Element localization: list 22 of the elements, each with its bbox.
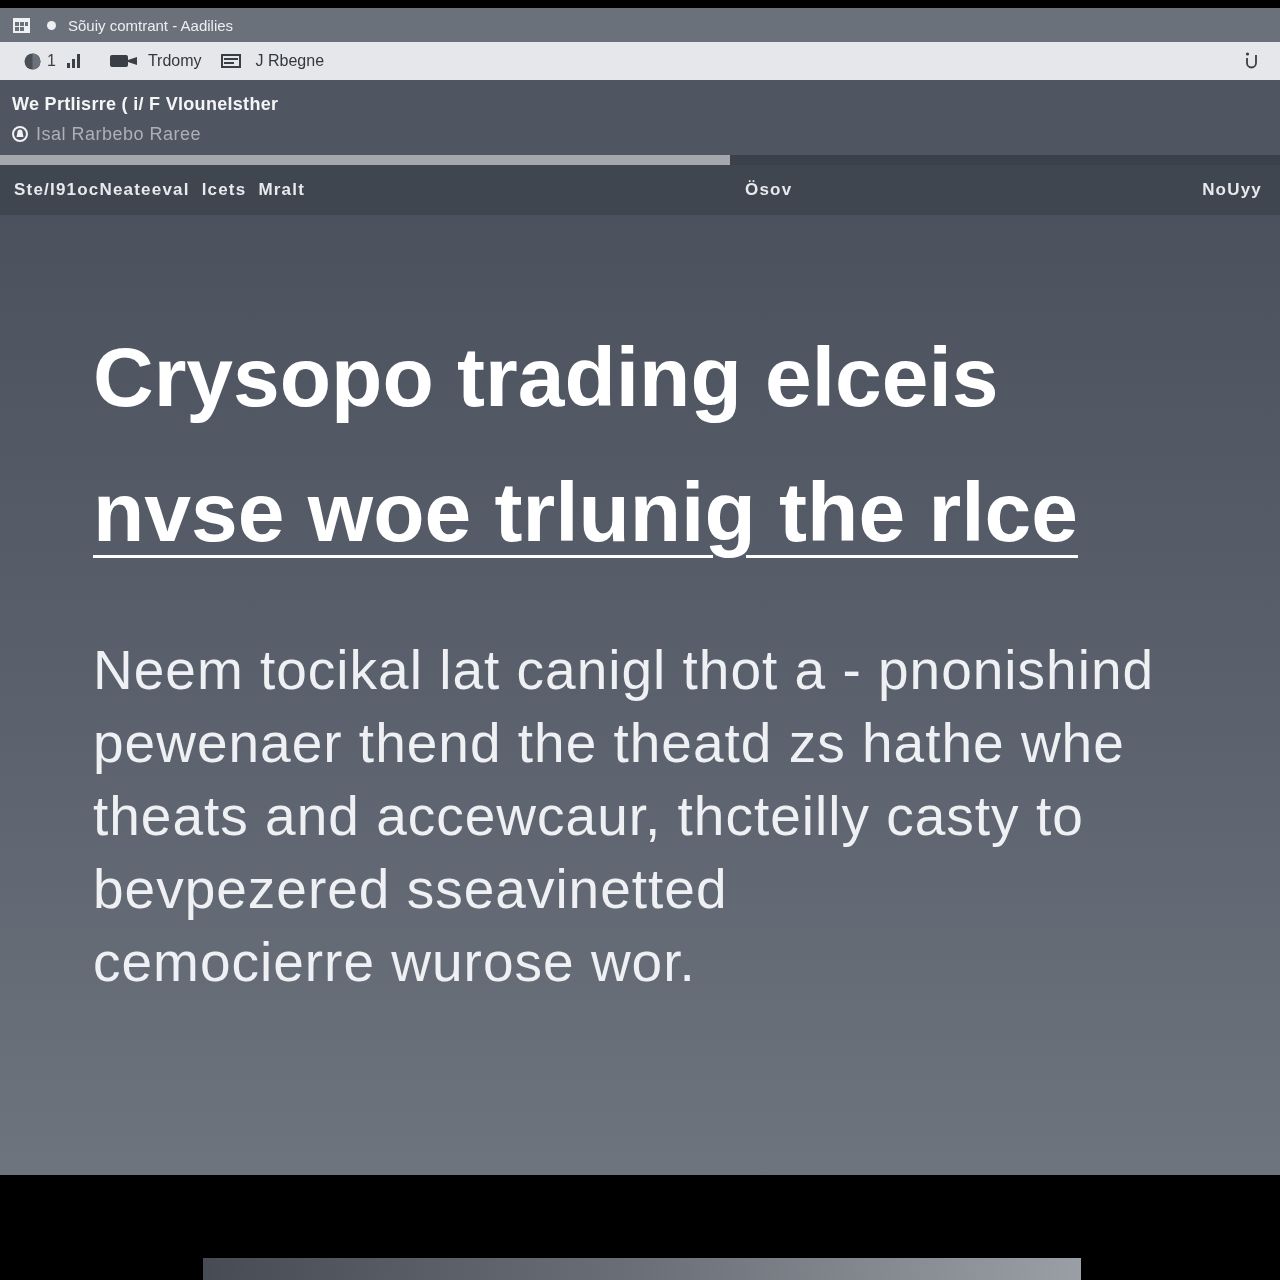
dot-icon xyxy=(47,20,56,30)
nav-link[interactable]: NoUyy xyxy=(1202,180,1262,200)
nav-link[interactable]: Ste/I91ocNeateeval xyxy=(14,180,190,200)
window-title: Sõuiy comtrant - Aadilies xyxy=(68,16,234,34)
toolbar-link[interactable]: Trdomy xyxy=(147,52,202,70)
headline: Crysopo trading elceis xyxy=(93,329,999,426)
nav-link[interactable]: Mralt xyxy=(258,180,305,200)
half-circle-icon[interactable] xyxy=(24,52,41,70)
signal-icon[interactable] xyxy=(65,53,82,69)
toolbar-link[interactable]: J Rbegne xyxy=(255,52,325,70)
grid-icon xyxy=(13,17,30,33)
page-subtitle: Isal Rarbebo Raree xyxy=(36,123,202,145)
nav-link[interactable]: lcets xyxy=(201,180,247,200)
nav-link[interactable]: Ösov xyxy=(745,180,793,200)
video-camera-icon xyxy=(109,53,138,69)
body-paragraph: Neem tocikal lat canigl thot a - pnonishind pewenaer thend the theatd zs hathe whe theats and accewcaur, thcteilly casty to bevpezered sseavinetted cemocierre wurose wor. xyxy=(93,638,1156,995)
card-icon xyxy=(220,54,241,68)
page-title: We Prtlisrre ( i/ F Vlounelsther xyxy=(12,93,280,115)
bell-icon xyxy=(12,126,28,142)
counter-text: 1 xyxy=(47,52,56,70)
headline-link[interactable]: nvse woe trlunig the rlce xyxy=(93,462,1078,562)
hook-icon[interactable] xyxy=(1245,52,1258,70)
